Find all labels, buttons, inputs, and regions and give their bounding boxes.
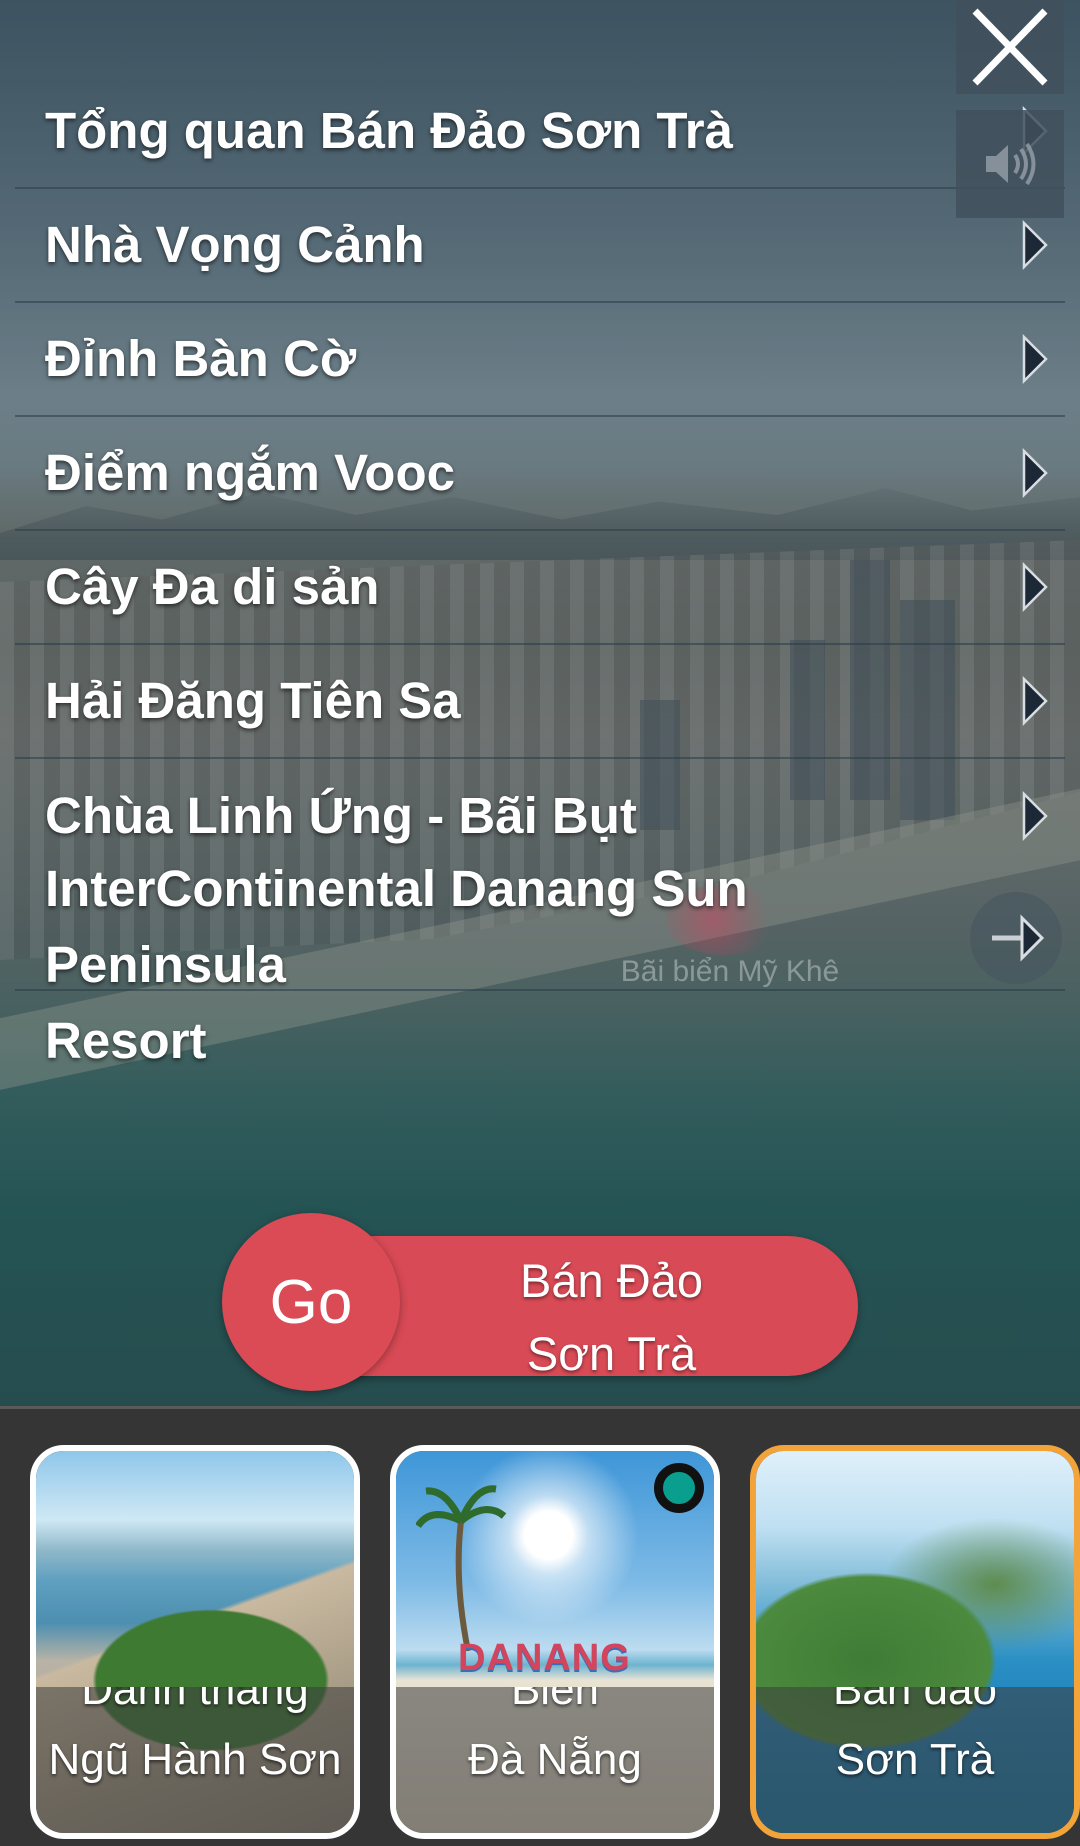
chevron-right-icon (1020, 561, 1050, 613)
menu-item-label: Đỉnh Bàn Cờ (45, 330, 357, 387)
menu-item-label-line2: Resort (45, 1012, 207, 1069)
palm-tree-icon (416, 1485, 506, 1651)
menu-item-tong-quan[interactable]: Tổng quan Bán Đảo Sơn Trà (15, 75, 1065, 189)
menu-item-label-wrap: InterContinental Danang Sun Peninsula Re… (45, 851, 985, 1079)
chevron-right-icon (1020, 219, 1050, 271)
chevron-right-icon (1020, 675, 1050, 727)
arrow-right-icon (992, 914, 1044, 962)
status-dot (654, 1463, 704, 1513)
carousel-card-bien-da-nang[interactable]: DANANG Biển Đà Nẵng (390, 1445, 720, 1839)
card-caption-line1: Danh thắng (81, 1687, 309, 1714)
card-caption-line2: Ngũ Hành Sơn (48, 1735, 342, 1784)
menu-item-label: Cây Đa di sản (45, 558, 380, 615)
destination-label: Bán Đảo Sơn Trà (385, 1244, 838, 1390)
location-menu: Tổng quan Bán Đảo Sơn Trà Nhà Vọng Cảnh … (15, 75, 1065, 1069)
menu-item-dinh-ban-co[interactable]: Đỉnh Bàn Cờ (15, 303, 1065, 417)
menu-item-label: Tổng quan Bán Đảo Sơn Trà (45, 102, 733, 159)
card-caption-line1: Biển (510, 1687, 600, 1714)
chevron-right-icon (1020, 447, 1050, 499)
close-button[interactable] (956, 0, 1064, 94)
card-caption-line2: Sơn Trà (835, 1735, 995, 1784)
destination-carousel: Danh thắng Ngũ Hành Sơn DANANG Biển Đà N… (0, 1406, 1080, 1846)
menu-item-nha-vong-canh[interactable]: Nhà Vọng Cảnh (15, 189, 1065, 303)
menu-item-intercontinental[interactable]: InterContinental Danang Sun Peninsula Re… (15, 851, 1065, 1069)
close-icon (972, 8, 1048, 86)
card-caption: Bán đảo Sơn Trà (756, 1687, 1074, 1833)
carousel-card-ngu-hanh-son[interactable]: Danh thắng Ngũ Hành Sơn (30, 1445, 360, 1839)
carousel-card-ban-dao-son-tra[interactable]: Bán đảo Sơn Trà (750, 1445, 1080, 1839)
speaker-icon (986, 142, 1036, 186)
card-caption-line1: Bán đảo (833, 1687, 997, 1714)
chevron-right-icon (1020, 333, 1050, 385)
card-image-sign: DANANG (458, 1637, 631, 1679)
menu-item-label: Nhà Vọng Cảnh (45, 216, 425, 273)
destination-line2: Sơn Trà (526, 1327, 697, 1380)
menu-item-label: Chùa Linh Ứng - Bãi Bụt (45, 787, 637, 844)
menu-item-diem-ngam-vooc[interactable]: Điểm ngắm Vooc (15, 417, 1065, 531)
sound-button[interactable] (956, 110, 1064, 218)
chevron-right-icon (1020, 790, 1050, 842)
menu-item-label-line1: InterContinental Danang Sun Peninsula (45, 860, 748, 993)
card-caption: Danh thắng Ngũ Hành Sơn (36, 1687, 354, 1833)
menu-item-hai-dang-tien-sa[interactable]: Hải Đăng Tiên Sa (15, 645, 1065, 759)
next-arrow-button[interactable] (970, 892, 1062, 984)
card-caption: Biển Đà Nẵng (396, 1687, 714, 1833)
menu-item-label: Hải Đăng Tiên Sa (45, 672, 461, 729)
menu-item-label: Điểm ngắm Vooc (45, 444, 455, 501)
go-button[interactable]: Go (222, 1213, 400, 1391)
menu-item-cay-da-di-san[interactable]: Cây Đa di sản (15, 531, 1065, 645)
card-caption-line2: Đà Nẵng (468, 1735, 642, 1784)
destination-line1: Bán Đảo (520, 1254, 703, 1307)
